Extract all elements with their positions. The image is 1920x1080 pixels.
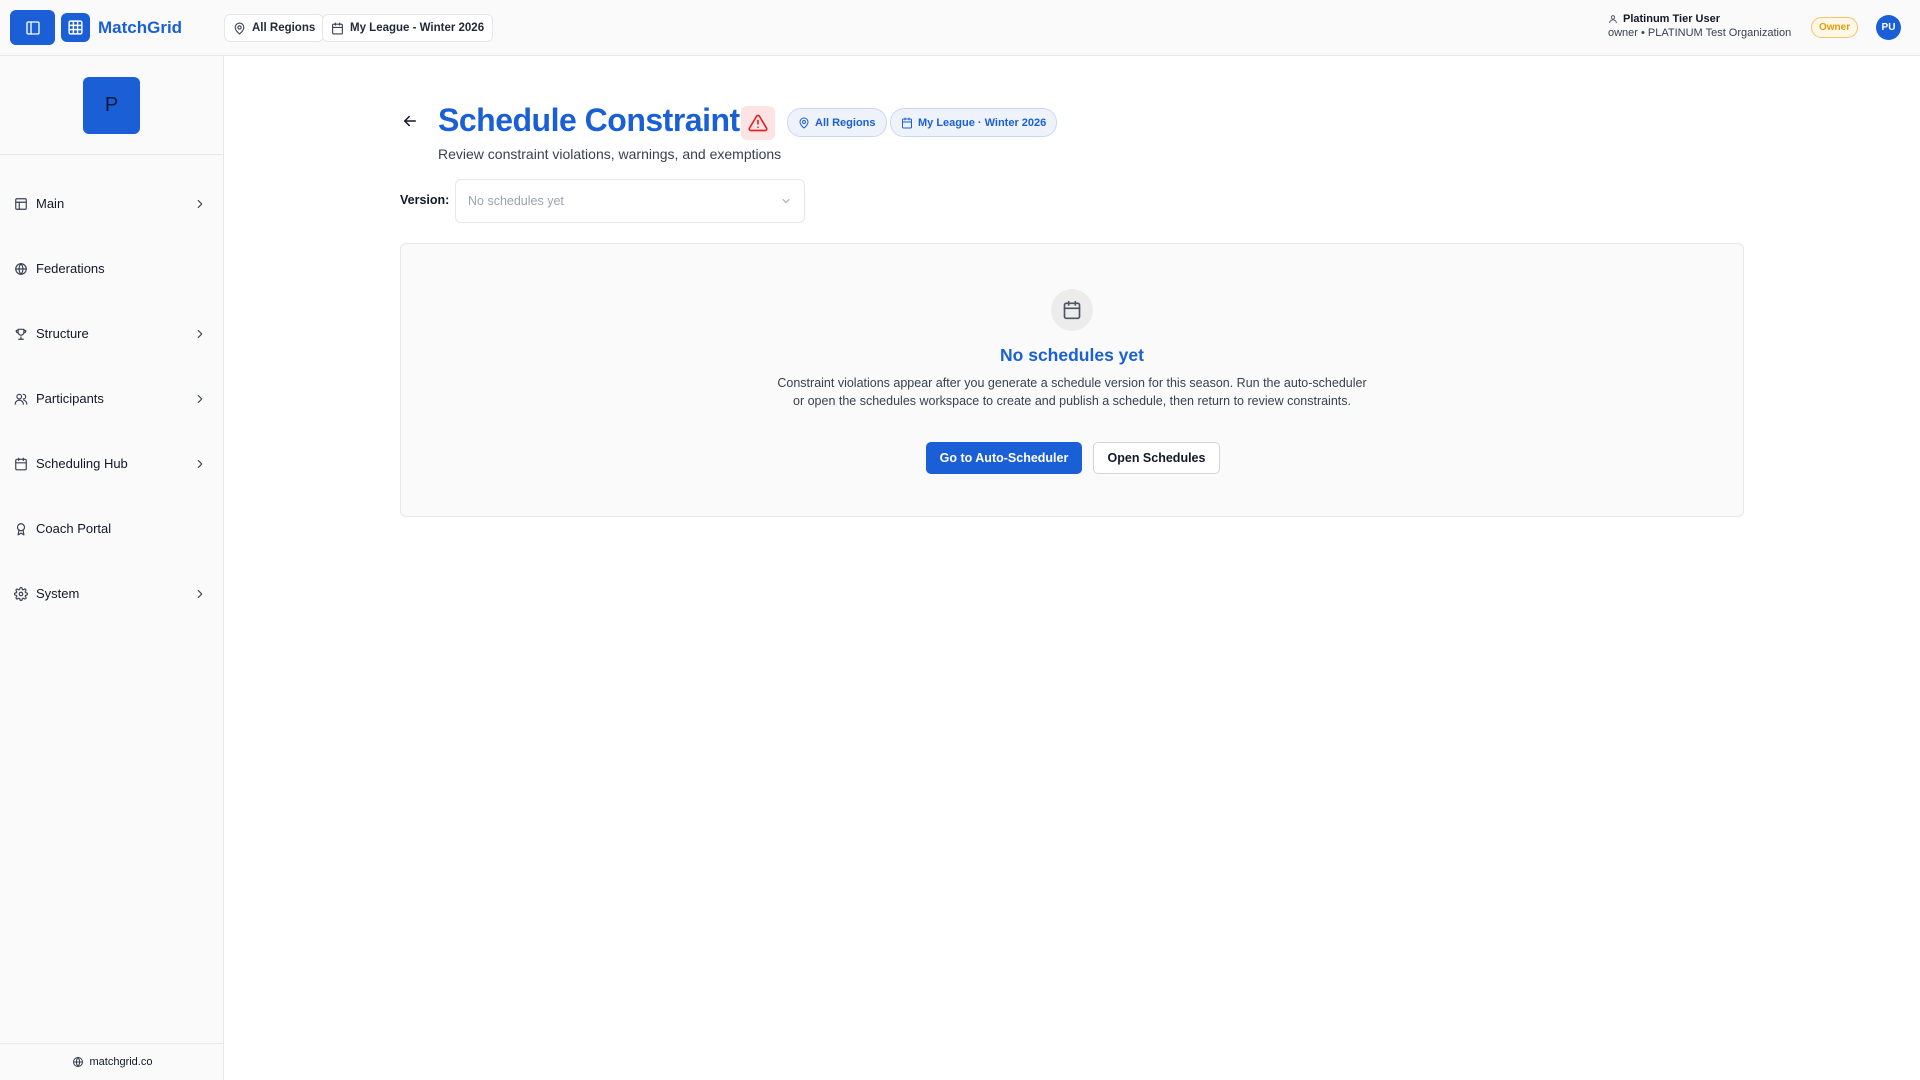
chevron-right-icon — [197, 394, 203, 403]
league-selector-label: My League - Winter 2026 — [350, 22, 485, 34]
region-scope-chip[interactable]: All Regions — [787, 108, 887, 137]
version-select-value: No schedules yet — [468, 194, 564, 208]
calendar-icon — [902, 117, 912, 128]
user-org: owner • PLATINUM Test Organization — [1608, 27, 1792, 39]
sidebar-toggle-icon — [25, 20, 40, 35]
region-selector[interactable]: All Regions — [224, 14, 325, 42]
calendar-icon — [15, 457, 27, 470]
sidebar-item-scheduling-hub[interactable]: Scheduling Hub — [0, 431, 223, 496]
empty-state-card: No schedules yet Constraint violations a… — [400, 243, 1744, 517]
version-select[interactable]: No schedules yet — [455, 179, 805, 223]
org-tile-wrap: P — [0, 56, 223, 155]
sidebar-item-coach-portal[interactable]: Coach Portal — [0, 496, 223, 561]
back-arrow-icon[interactable] — [401, 112, 419, 130]
sidebar-nav: Main Federations Structure Participants — [0, 155, 223, 626]
sidebar-footer[interactable]: matchgrid.co — [0, 1043, 224, 1080]
globe-icon — [15, 262, 27, 275]
page-title: Schedule Constraints — [438, 102, 757, 138]
sidebar: P Main Federations Structure Participant… — [0, 56, 224, 1080]
league-selector[interactable]: My League - Winter 2026 — [322, 14, 494, 42]
sidebar-item-label: Main — [36, 196, 65, 211]
region-selector-label: All Regions — [252, 22, 316, 34]
top-bar: MatchGrid All Regions My League - Winter… — [0, 0, 1920, 56]
award-icon — [16, 522, 26, 535]
sidebar-item-label: Coach Portal — [36, 521, 112, 536]
page-subtitle: Review constraint violations, warnings, … — [438, 146, 782, 162]
region-scope-label: All Regions — [815, 116, 876, 129]
avatar[interactable]: PU — [1876, 15, 1901, 40]
version-label: Version: — [400, 193, 450, 207]
empty-state-icon — [1051, 289, 1093, 331]
sidebar-item-label: Structure — [36, 326, 89, 341]
globe-icon — [72, 1057, 83, 1067]
sidebar-item-label: Scheduling Hub — [36, 456, 128, 471]
sidebar-item-structure[interactable]: Structure — [0, 301, 223, 366]
user-icon — [1609, 15, 1617, 24]
chevron-right-icon — [197, 199, 203, 208]
chevron-right-icon — [197, 589, 203, 598]
sidebar-item-label: Federations — [36, 261, 105, 276]
role-badge: Owner — [1811, 17, 1859, 38]
empty-state-description: Constraint violations appear after you g… — [777, 376, 1367, 408]
brand-name: MatchGrid — [98, 17, 183, 37]
sidebar-item-system[interactable]: System — [0, 561, 223, 626]
grid-icon — [68, 20, 83, 35]
users-icon — [14, 393, 28, 405]
sidebar-item-main[interactable]: Main — [0, 171, 223, 236]
sidebar-item-label: Participants — [36, 391, 104, 406]
sidebar-item-participants[interactable]: Participants — [0, 366, 223, 431]
season-scope-label: My League · Winter 2026 — [918, 116, 1047, 129]
empty-state-title: No schedules yet — [1000, 345, 1144, 365]
calendar-icon — [332, 22, 343, 34]
brand-logo — [61, 13, 90, 42]
trophy-icon — [15, 328, 27, 340]
sidebar-item-label: System — [36, 586, 80, 601]
sidebar-item-federations[interactable]: Federations — [0, 236, 223, 301]
chevron-right-icon — [197, 329, 203, 338]
alert-triangle-icon — [748, 114, 768, 132]
warning-badge — [741, 106, 775, 140]
go-to-auto-scheduler-button[interactable]: Go to Auto-Scheduler — [926, 442, 1082, 474]
sidebar-toggle-button[interactable] — [10, 10, 55, 45]
sidebar-footer-link: matchgrid.co — [89, 1056, 153, 1068]
layout-icon — [15, 197, 27, 210]
brand[interactable]: MatchGrid — [61, 13, 182, 42]
map-pin-icon — [799, 117, 809, 128]
chevron-right-icon — [197, 459, 203, 468]
user-name-row: Platinum Tier User — [1608, 13, 1791, 25]
open-schedules-button[interactable]: Open Schedules — [1093, 442, 1220, 474]
gear-icon — [14, 586, 28, 601]
season-scope-chip[interactable]: My League · Winter 2026 — [890, 108, 1058, 137]
org-tile[interactable]: P — [83, 76, 140, 134]
chevron-down-icon — [782, 199, 790, 203]
map-pin-icon — [234, 22, 245, 34]
user-name: Platinum Tier User — [1623, 13, 1720, 25]
calendar-icon — [1063, 300, 1081, 320]
user-menu[interactable]: Platinum Tier User owner • PLATINUM Test… — [1608, 13, 1791, 39]
